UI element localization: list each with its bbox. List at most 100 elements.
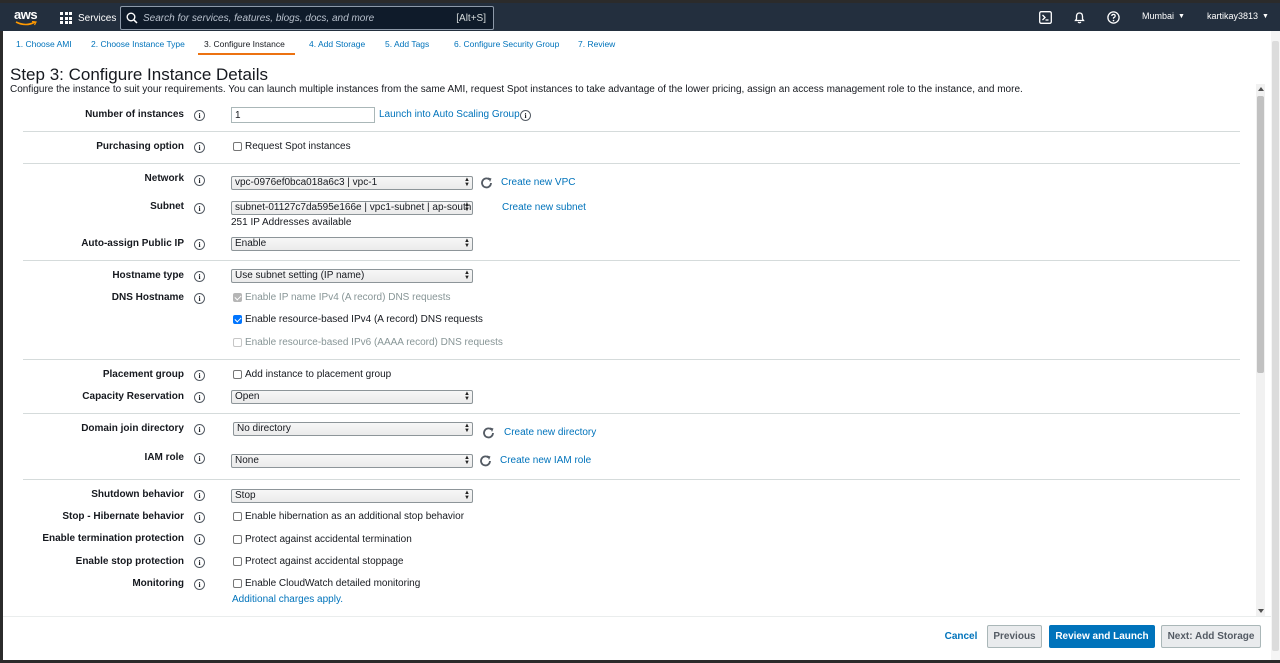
info-icon[interactable]: i <box>194 203 205 214</box>
number-of-instances-input[interactable] <box>231 107 375 123</box>
detailed-monitoring-checkbox-label: Enable CloudWatch detailed monitoring <box>245 578 421 589</box>
info-icon[interactable]: i <box>194 271 205 282</box>
create-new-iam-role-link[interactable]: Create new IAM role <box>500 455 591 466</box>
hibernation-checkbox[interactable] <box>233 512 242 521</box>
launch-into-asg-link[interactable]: Launch into Auto Scaling Group <box>379 109 520 120</box>
create-new-directory-link[interactable]: Create new directory <box>504 427 596 438</box>
scroll-up-icon[interactable] <box>1258 87 1264 91</box>
info-icon[interactable]: i <box>194 239 205 250</box>
cancel-button[interactable]: Cancel <box>938 625 984 648</box>
top-navigation-bar: aws Services [Alt+S] Mumbai ▼ kartikay38… <box>0 0 1280 31</box>
subnet-label: Subnet <box>150 201 184 212</box>
info-icon[interactable]: i <box>194 512 205 523</box>
create-new-vpc-link[interactable]: Create new VPC <box>501 177 575 188</box>
info-icon[interactable]: i <box>194 557 205 568</box>
domain-join-directory-select[interactable]: No directory ▲ ▼ <box>233 422 473 436</box>
stop-protection-label: Enable stop protection <box>75 556 184 567</box>
monitoring-label: Monitoring <box>132 578 184 589</box>
info-icon[interactable]: i <box>194 293 205 304</box>
caret-down-icon: ▼ <box>1178 12 1185 20</box>
info-icon[interactable]: i <box>520 110 531 121</box>
scroll-down-icon[interactable] <box>1258 609 1264 613</box>
auto-assign-public-ip-select[interactable]: Enable ▲ ▼ <box>231 237 473 251</box>
refresh-icon[interactable] <box>482 426 496 440</box>
account-menu[interactable]: kartikay3813 ▼ <box>1207 11 1269 21</box>
dns-hostname-label: DNS Hostname <box>111 292 184 303</box>
dns-ipv6-resource-checkbox <box>233 338 242 347</box>
info-icon[interactable]: i <box>194 392 205 403</box>
stop-protection-checkbox-row[interactable]: Protect against accidental stoppage <box>233 556 403 567</box>
info-icon[interactable]: i <box>194 453 205 464</box>
tab-add-tags[interactable]: 5. Add Tags <box>385 39 429 49</box>
aws-logo[interactable]: aws <box>14 7 40 27</box>
info-icon[interactable]: i <box>194 110 205 121</box>
caret-down-icon: ▼ <box>1262 12 1269 20</box>
hibernation-checkbox-row[interactable]: Enable hibernation as an additional stop… <box>233 511 464 522</box>
help-icon[interactable] <box>1106 10 1120 24</box>
stop-hibernate-behavior-label: Stop - Hibernate behavior <box>62 511 184 522</box>
monitoring-checkbox-row[interactable]: Enable CloudWatch detailed monitoring <box>233 578 420 589</box>
dns-ipv6-resource-row: Enable resource-based IPv6 (AAAA record)… <box>233 337 503 348</box>
page-scrollbar-thumb[interactable] <box>1272 41 1279 651</box>
detailed-monitoring-checkbox[interactable] <box>233 579 242 588</box>
tab-add-storage[interactable]: 4. Add Storage <box>309 39 365 49</box>
dns-ipv4-resource-row[interactable]: Enable resource-based IPv4 (A record) DN… <box>233 314 483 325</box>
bell-icon[interactable] <box>1072 10 1086 24</box>
search-icon <box>121 7 143 29</box>
search-bar[interactable]: [Alt+S] <box>120 6 494 30</box>
tab-review[interactable]: 7. Review <box>578 39 615 49</box>
active-tab-indicator <box>198 53 295 55</box>
refresh-icon[interactable] <box>479 454 493 468</box>
select-arrows-icon: ▲ ▼ <box>464 490 470 501</box>
domain-join-directory-value: No directory <box>237 423 291 434</box>
iam-role-select[interactable]: None ▲ ▼ <box>231 454 473 468</box>
placement-group-label: Placement group <box>102 369 184 380</box>
services-menu-button[interactable]: Services <box>60 9 116 27</box>
info-icon[interactable]: i <box>194 370 205 381</box>
capacity-reservation-select[interactable]: Open ▲ ▼ <box>231 390 473 404</box>
tab-configure-instance[interactable]: 3. Configure Instance <box>204 39 285 49</box>
search-input[interactable] <box>143 12 457 24</box>
divider <box>23 131 1240 132</box>
select-arrows-icon: ▲ ▼ <box>464 202 470 213</box>
cloudshell-icon[interactable] <box>1038 10 1052 24</box>
scrollbar-thumb[interactable] <box>1257 96 1264 373</box>
network-select[interactable]: vpc-0976ef0bca018a6c3 | vpc-1 ▲ ▼ <box>231 176 473 190</box>
placement-group-checkbox[interactable] <box>233 370 242 379</box>
select-arrows-icon: ▲ ▼ <box>464 270 470 281</box>
region-selector[interactable]: Mumbai ▼ <box>1142 11 1185 21</box>
dns-ipv4-resource-checkbox[interactable] <box>233 315 242 324</box>
review-and-launch-button[interactable]: Review and Launch <box>1049 625 1155 648</box>
placement-group-checkbox-label: Add instance to placement group <box>245 369 392 380</box>
termination-protection-checkbox[interactable] <box>233 535 242 544</box>
refresh-icon[interactable] <box>480 176 494 190</box>
auto-assign-public-ip-label: Auto-assign Public IP <box>81 238 184 249</box>
tab-choose-ami[interactable]: 1. Choose AMI <box>16 39 72 49</box>
info-icon[interactable]: i <box>194 579 205 590</box>
request-spot-checkbox[interactable] <box>233 142 242 151</box>
placement-group-checkbox-row[interactable]: Add instance to placement group <box>233 369 391 380</box>
info-icon[interactable]: i <box>194 534 205 545</box>
tab-configure-security-group[interactable]: 6. Configure Security Group <box>454 39 559 49</box>
create-new-subnet-link[interactable]: Create new subnet <box>502 202 586 213</box>
info-icon[interactable]: i <box>194 490 205 501</box>
stop-protection-checkbox[interactable] <box>233 557 242 566</box>
tab-choose-instance-type[interactable]: 2. Choose Instance Type <box>91 39 185 49</box>
page-scrollbar[interactable] <box>1271 31 1280 660</box>
wizard-footer: Cancel Previous Review and Launch Next: … <box>3 616 1271 660</box>
form-scrollbar[interactable] <box>1256 84 1265 616</box>
info-icon[interactable]: i <box>194 175 205 186</box>
available-ips-text: 251 IP Addresses available <box>231 217 352 228</box>
termination-protection-checkbox-label: Protect against accidental termination <box>245 534 412 545</box>
info-icon[interactable]: i <box>194 424 205 435</box>
additional-charges-link[interactable]: Additional charges apply. <box>232 594 343 605</box>
purchasing-option-label: Purchasing option <box>96 141 184 152</box>
info-icon[interactable]: i <box>194 142 205 153</box>
hostname-type-select[interactable]: Use subnet setting (IP name) ▲ ▼ <box>231 269 473 283</box>
termination-protection-checkbox-row[interactable]: Protect against accidental termination <box>233 534 412 545</box>
request-spot-checkbox-row[interactable]: Request Spot instances <box>233 141 351 152</box>
shutdown-behavior-select[interactable]: Stop ▲ ▼ <box>231 489 473 503</box>
subnet-select[interactable]: subnet-01127c7da595e166e | vpc1-subnet |… <box>231 201 473 215</box>
next-add-storage-button[interactable]: Next: Add Storage <box>1161 625 1261 648</box>
previous-button[interactable]: Previous <box>987 625 1042 648</box>
